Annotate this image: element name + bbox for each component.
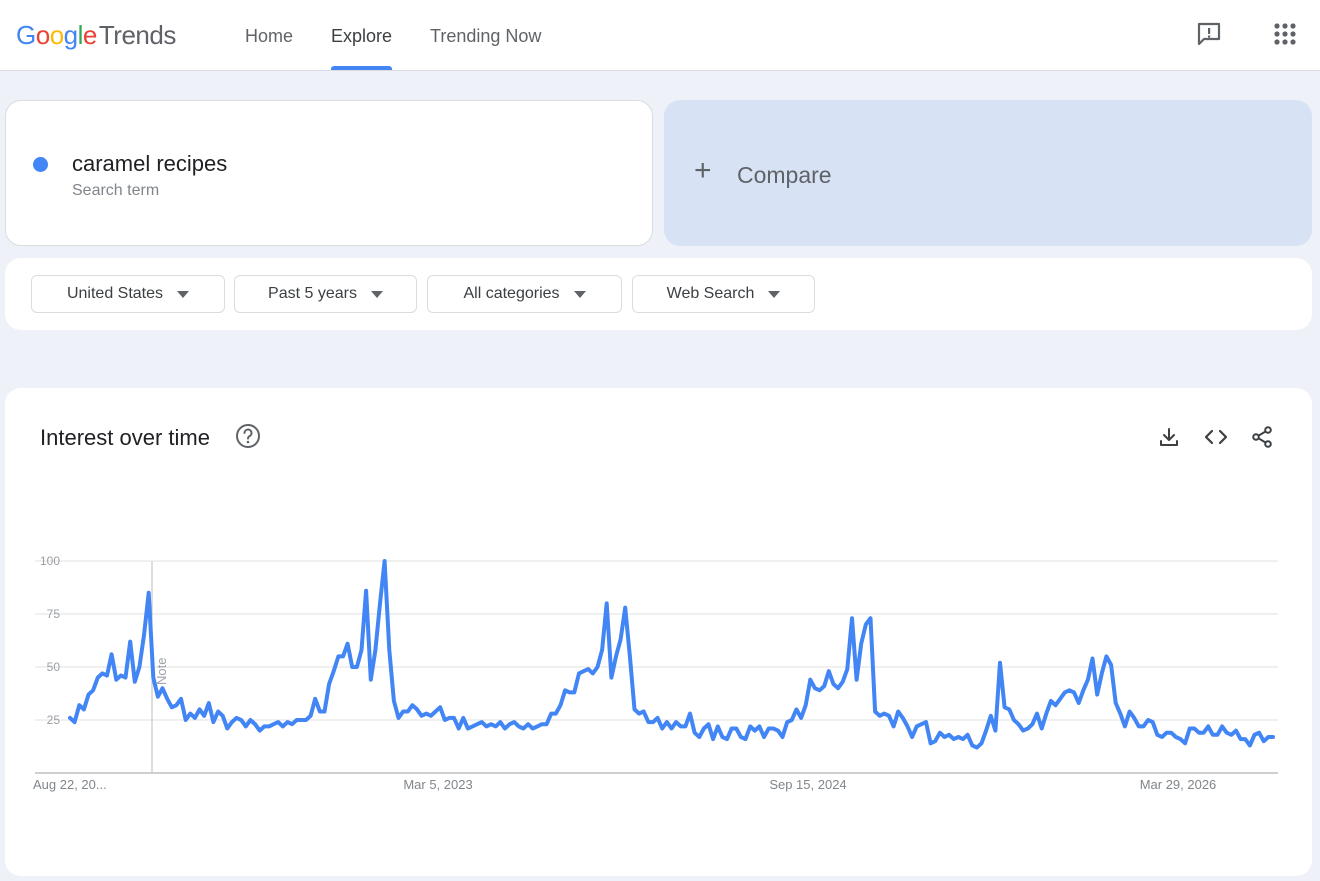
y-tick-label: 100 (40, 554, 60, 568)
y-tick-label: 25 (47, 713, 61, 727)
logo-letter: o (49, 20, 64, 50)
caret-down-icon (768, 290, 781, 298)
search-term-type: Search term (72, 182, 160, 199)
x-tick-label: Mar 29, 2026 (1140, 777, 1217, 792)
x-tick-label: Sep 15, 2024 (769, 777, 846, 792)
logo-trends-text: Trends (98, 20, 176, 50)
time-range-dropdown[interactable]: Past 5 years (234, 275, 417, 313)
filter-bar: United States Past 5 years All categorie… (5, 258, 1312, 330)
nav-home[interactable]: Home (226, 0, 312, 70)
x-tick-label: Aug 22, 20... (33, 777, 107, 792)
region-dropdown-label: United States (66, 285, 164, 302)
top-header: GoogleTrends Home Explore Trending Now (0, 0, 1320, 71)
note-label: Note (154, 658, 169, 685)
compare-button[interactable]: + Compare (664, 100, 1312, 246)
interest-line-chart: 25 50 75 100 Note Aug 22, 20... Mar 5, 2023 Sep… (33, 554, 1278, 792)
caret-down-icon (370, 290, 383, 298)
search-type-dropdown-label: Web Search (666, 285, 755, 302)
y-tick-label: 75 (47, 607, 61, 621)
category-dropdown-label: All categories (463, 285, 560, 302)
feedback-icon[interactable] (1195, 20, 1223, 48)
logo-letter: g (63, 20, 78, 50)
search-type-dropdown[interactable]: Web Search (632, 275, 815, 313)
nav-trending-now[interactable]: Trending Now (411, 0, 560, 70)
main-nav: Home Explore Trending Now (226, 0, 560, 70)
plus-icon: + (694, 154, 712, 187)
compare-label: Compare (737, 162, 832, 188)
logo-letter: o (35, 20, 50, 50)
category-dropdown[interactable]: All categories (427, 275, 622, 313)
y-tick-label: 50 (47, 660, 61, 674)
logo-letter: e (82, 20, 97, 50)
search-term-name[interactable]: caramel recipes (72, 151, 227, 177)
caret-down-icon (177, 290, 190, 298)
time-range-dropdown-label: Past 5 years (268, 285, 357, 302)
search-term-card[interactable]: caramel recipes Search term (5, 100, 653, 246)
nav-explore[interactable]: Explore (312, 0, 411, 70)
interest-over-time-card: Interest over time 25 50 75 100 Note Aug 22, … (5, 388, 1312, 876)
caret-down-icon (573, 290, 586, 298)
logo-letter: G (16, 20, 36, 50)
apps-grid-icon[interactable] (1271, 20, 1299, 48)
term-color-dot (33, 157, 48, 172)
google-trends-logo[interactable]: GoogleTrends (16, 20, 176, 51)
x-tick-label: Mar 5, 2023 (403, 777, 472, 792)
region-dropdown[interactable]: United States (31, 275, 225, 313)
